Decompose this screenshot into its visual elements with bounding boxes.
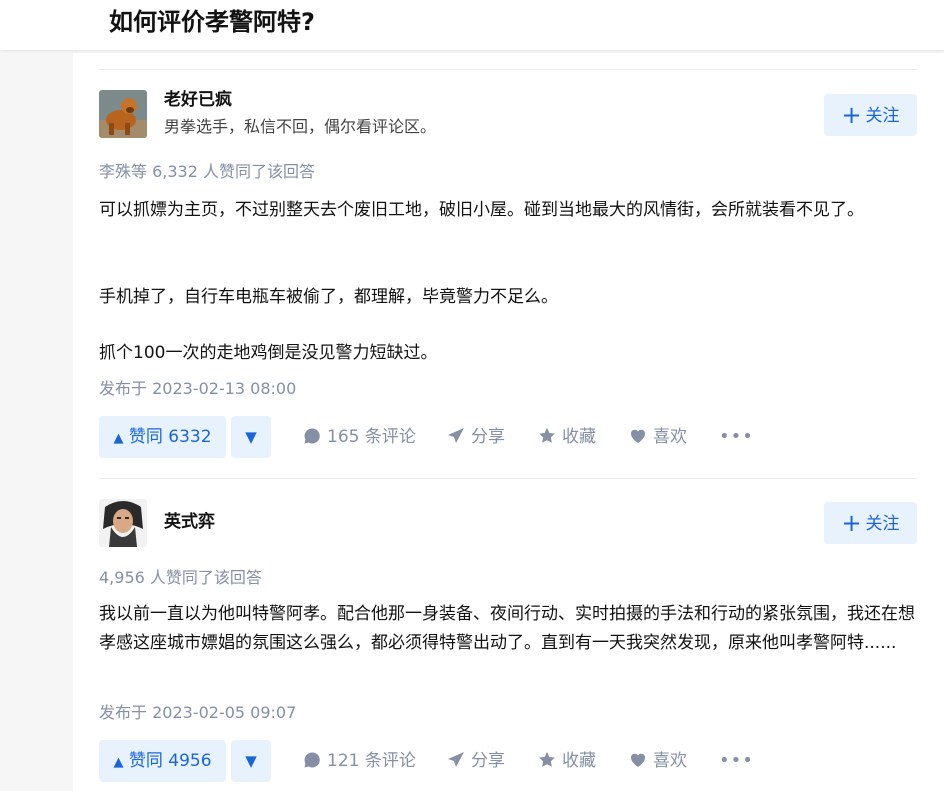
- author-name[interactable]: 老好已疯: [164, 89, 232, 111]
- answer-paragraph: 我以前一直以为他叫特警阿孝。配合他那一身装备、夜间行动、实时拍摄的手法和行动的紧…: [99, 604, 915, 653]
- upvote-button[interactable]: ▲ 赞同 6332: [99, 416, 226, 458]
- like-button[interactable]: 喜欢: [629, 740, 687, 782]
- downvote-button[interactable]: ▼: [231, 416, 271, 458]
- downvote-triangle-icon: ▼: [245, 428, 257, 446]
- comment-icon: [304, 752, 320, 768]
- like-button[interactable]: 喜欢: [629, 416, 687, 458]
- answer-paragraph: 可以抓嫖为主页，不过别整天去个废旧工地，破旧小屋。碰到当地最大的风情街，会所就装…: [99, 200, 864, 220]
- favorite-button[interactable]: 收藏: [538, 416, 596, 458]
- author-name[interactable]: 英式弈: [164, 511, 215, 533]
- question-title: 如何评价孝警阿特?: [109, 8, 315, 36]
- divider: [99, 478, 917, 479]
- star-icon: [539, 752, 555, 767]
- upvote-triangle-icon: ▲: [113, 755, 124, 770]
- share-button[interactable]: 分享: [447, 740, 505, 782]
- upvote-button[interactable]: ▲ 赞同 4956: [99, 740, 226, 782]
- share-icon: [448, 752, 464, 767]
- divider: [99, 69, 917, 70]
- publish-time[interactable]: 发布于 2023-02-05 09:07: [99, 702, 296, 724]
- heart-icon: [630, 753, 646, 767]
- downvote-button[interactable]: ▼: [231, 740, 271, 782]
- share-button[interactable]: 分享: [447, 416, 505, 458]
- upvote-triangle-icon: ▲: [113, 431, 124, 446]
- comments-button[interactable]: 121 条评论: [303, 740, 416, 782]
- share-icon: [448, 428, 464, 443]
- downvote-triangle-icon: ▼: [245, 752, 257, 770]
- avatar[interactable]: [99, 90, 147, 138]
- author-bio: 男拳选手，私信不回，偶尔看评论区。: [164, 117, 437, 136]
- follow-button[interactable]: + 关注: [824, 94, 917, 136]
- avatar[interactable]: [99, 499, 147, 547]
- comment-icon: [304, 428, 320, 444]
- vote-summary[interactable]: 4,956 人赞同了该回答: [99, 567, 262, 589]
- answer-paragraph: 抓个100一次的走地鸡倒是没见警力短缺过。: [99, 343, 438, 363]
- vote-summary[interactable]: 李殊等 6,332 人赞同了该回答: [99, 161, 315, 183]
- favorite-button[interactable]: 收藏: [538, 740, 596, 782]
- answer-paragraph: 手机掉了，自行车电瓶车被偷了，都理解，毕竟警力不足么。: [99, 287, 558, 307]
- more-icon[interactable]: •••: [719, 416, 754, 458]
- heart-icon: [630, 429, 646, 443]
- plus-icon: +: [841, 101, 862, 129]
- star-icon: [539, 428, 555, 443]
- more-icon[interactable]: •••: [719, 740, 754, 782]
- publish-time[interactable]: 发布于 2023-02-13 08:00: [99, 378, 296, 400]
- plus-icon: +: [841, 509, 862, 537]
- comments-button[interactable]: 165 条评论: [303, 416, 416, 458]
- top-bar: 如何评价孝警阿特?: [0, 0, 944, 50]
- follow-button[interactable]: + 关注: [824, 502, 917, 544]
